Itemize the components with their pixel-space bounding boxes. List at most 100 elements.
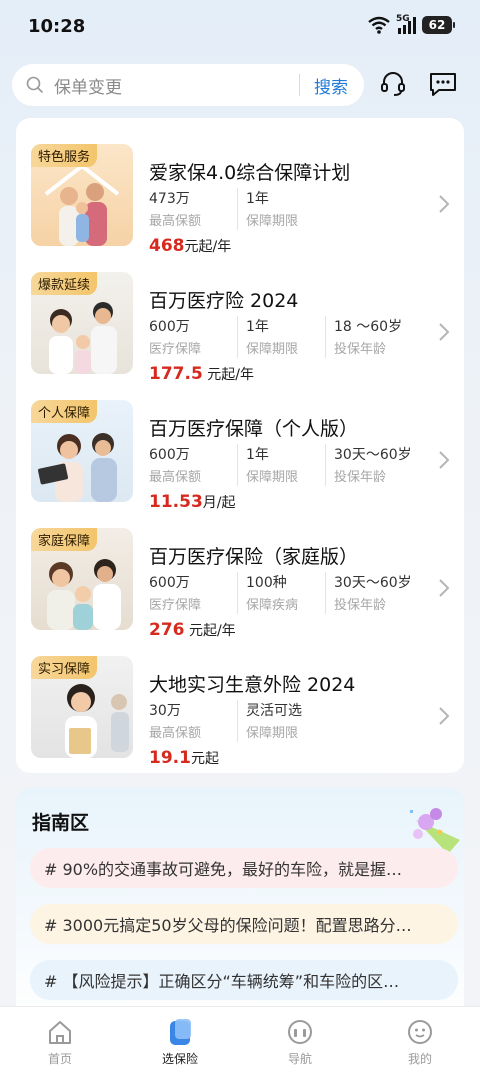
stat: 30万最高保额: [149, 700, 237, 742]
price-unit: 元起/年: [184, 623, 236, 639]
price-value: 11.53: [149, 492, 203, 512]
product-tag: 家庭保障: [31, 528, 98, 551]
price-value: 177.5: [149, 364, 203, 384]
stat-value: 1年: [246, 447, 269, 463]
product-stats: 600万 医疗保障 100种 保障疾病 30天～60岁 投保年龄: [149, 572, 413, 614]
product-item[interactable]: 个人保障 百万医疗保障（个人版） 600万 最高保额 1年 保障期限 30天～60岁…: [16, 386, 464, 514]
product-image: 爆款延续: [31, 272, 133, 374]
stat-value: 600万: [149, 447, 190, 463]
chevron-right-icon: [439, 579, 450, 597]
stat: 灵活可选 保障期限: [237, 700, 325, 742]
stat-value: 1年: [246, 191, 269, 207]
guide-item-text: # 【风险提示】正确区分“车辆统筹”和车险的区…: [44, 972, 400, 991]
profile-icon: [405, 1017, 435, 1047]
guide-item[interactable]: # 90%的交通事故可避免，最好的车险，就是握…: [30, 848, 458, 888]
stat: 30天～60岁 投保年龄: [325, 444, 413, 486]
nav-item-insurance[interactable]: 选保险: [120, 1007, 240, 1072]
product-stats: 473万 最高保额 1年保障期限: [149, 188, 325, 230]
signal-icon: 5G: [396, 14, 416, 34]
stat: 600万最高保额: [149, 444, 237, 486]
guide-item[interactable]: # 3000元搞定50岁父母的保险问题！配置思路分…: [30, 904, 458, 944]
guide-item[interactable]: # 【风险提示】正确区分“车辆统筹”和车险的区…: [30, 960, 458, 1000]
product-image: 实习保障: [31, 656, 133, 758]
guide-item-text: # 90%的交通事故可避免，最好的车险，就是握…: [44, 860, 403, 879]
product-price: 276 元起/年: [149, 620, 236, 640]
product-image: 家庭保障: [31, 528, 133, 630]
stat: 1年 保障期限: [237, 444, 325, 486]
stat: 600万 医疗保障: [149, 316, 237, 358]
stat: 1年保障期限: [237, 316, 325, 358]
price-unit: 月/起: [202, 495, 236, 511]
product-title: 百万医疗险 2024: [149, 290, 299, 312]
chevron-right-icon: [439, 451, 450, 469]
product-title: 百万医疗保险（家庭版）: [149, 546, 359, 568]
stat-value: 30万: [149, 703, 181, 719]
chevron-right-icon: [439, 195, 450, 213]
search-button[interactable]: 搜索: [300, 73, 364, 98]
stat: 1年保障期限: [237, 188, 325, 230]
stat-label: 最高保额: [149, 470, 202, 485]
stat: 473万 最高保额: [149, 188, 237, 230]
product-stats: 30万最高保额 灵活可选保障期限: [149, 700, 325, 742]
nav-label: 导航: [287, 1052, 312, 1066]
stat-value: 1年: [246, 319, 269, 335]
product-title: 爱家保4.0综合保障计划: [149, 162, 351, 184]
product-tag: 爆款延续: [31, 272, 98, 295]
guide-item-text: # 3000元搞定50岁父母的保险问题！配置思路分…: [44, 916, 412, 935]
status-time: 10:28: [28, 16, 86, 37]
product-item[interactable]: 实习保障 大地实习生意外险 2024 30万最高保额 灵活可选保障期限 19.1…: [16, 642, 464, 770]
nav-label: 我的: [407, 1052, 432, 1066]
network-label: 5G: [396, 14, 410, 24]
product-price: 11.53月/起: [149, 492, 236, 512]
price-unit: 元起: [190, 751, 219, 767]
guide-section: 指南区 # 90%的交通事故可避免，最好的车险，就是握… # 3000元搞定50…: [16, 788, 464, 1018]
battery-icon: 62: [422, 16, 455, 34]
stat-label: 保障期限: [246, 342, 299, 357]
nav-item-navigation[interactable]: 导航: [240, 1007, 360, 1072]
stat-value: 灵活可选: [246, 703, 302, 719]
headset-icon[interactable]: [378, 68, 408, 100]
bottom-nav: 首页 选保险 导航 我的: [0, 1006, 480, 1072]
nav-label: 选保险: [161, 1052, 198, 1066]
status-bar: 10:28 5G 62: [0, 0, 480, 56]
product-price: 468元起/年: [149, 236, 231, 256]
search-input[interactable]: 保单变更: [54, 73, 299, 98]
product-image: 个人保障: [31, 400, 133, 502]
product-stats: 600万最高保额 1年 保障期限 30天～60岁 投保年龄: [149, 444, 413, 486]
chat-bubble-icon[interactable]: [428, 68, 458, 100]
chevron-right-icon: [439, 707, 450, 725]
status-icons: 5G 62: [368, 14, 455, 34]
stat-value: 600万: [149, 575, 190, 591]
product-tag: 个人保障: [31, 400, 98, 423]
stat-value: 30天～60岁: [334, 447, 412, 463]
product-item[interactable]: 家庭保障 百万医疗保险（家庭版） 600万 医疗保障 100种 保障疾病 30天～6…: [16, 514, 464, 642]
nav-item-profile[interactable]: 我的: [360, 1007, 480, 1072]
stat-value: 18 ～60岁: [334, 319, 403, 335]
product-title: 大地实习生意外险 2024: [149, 674, 356, 696]
stat-label: 最高保额: [149, 214, 202, 229]
stat-label: 最高保额: [149, 726, 202, 741]
product-list: 特色服务 爱家保4.0综合保障计划 473万 最高保额 1年 保障期限 468元起/…: [16, 118, 464, 773]
stat-label: 投保年龄: [334, 342, 387, 357]
wifi-icon: [368, 16, 390, 34]
stat-value: 600万: [149, 319, 190, 335]
guide-title: 指南区: [32, 812, 90, 834]
product-tag: 特色服务: [31, 144, 98, 167]
product-price: 19.1元起: [149, 748, 219, 768]
product-item[interactable]: 爆款延续 百万医疗险 2024 600万 医疗保障 1年保障期限 18 ～60岁投…: [16, 258, 464, 386]
price-unit: 元起/年: [202, 367, 254, 383]
battery-level: 62: [428, 18, 446, 32]
price-value: 276: [149, 620, 185, 640]
stat: 30天～60岁 投保年龄: [325, 572, 413, 614]
search-icon: [26, 76, 44, 94]
stat-value: 30天～60岁: [334, 575, 412, 591]
product-item[interactable]: 特色服务 爱家保4.0综合保障计划 473万 最高保额 1年保障期限 468元起/…: [16, 130, 464, 258]
nav-item-home[interactable]: 首页: [0, 1007, 120, 1072]
stat-label: 保障期限: [246, 726, 299, 741]
stat-label: 保障期限: [246, 214, 299, 229]
search-bar[interactable]: 保单变更 搜索: [12, 64, 364, 106]
stat-label: 投保年龄: [334, 470, 387, 485]
stat: 600万 医疗保障: [149, 572, 237, 614]
stat: 100种 保障疾病: [237, 572, 325, 614]
stat-value: 100种: [246, 575, 287, 591]
